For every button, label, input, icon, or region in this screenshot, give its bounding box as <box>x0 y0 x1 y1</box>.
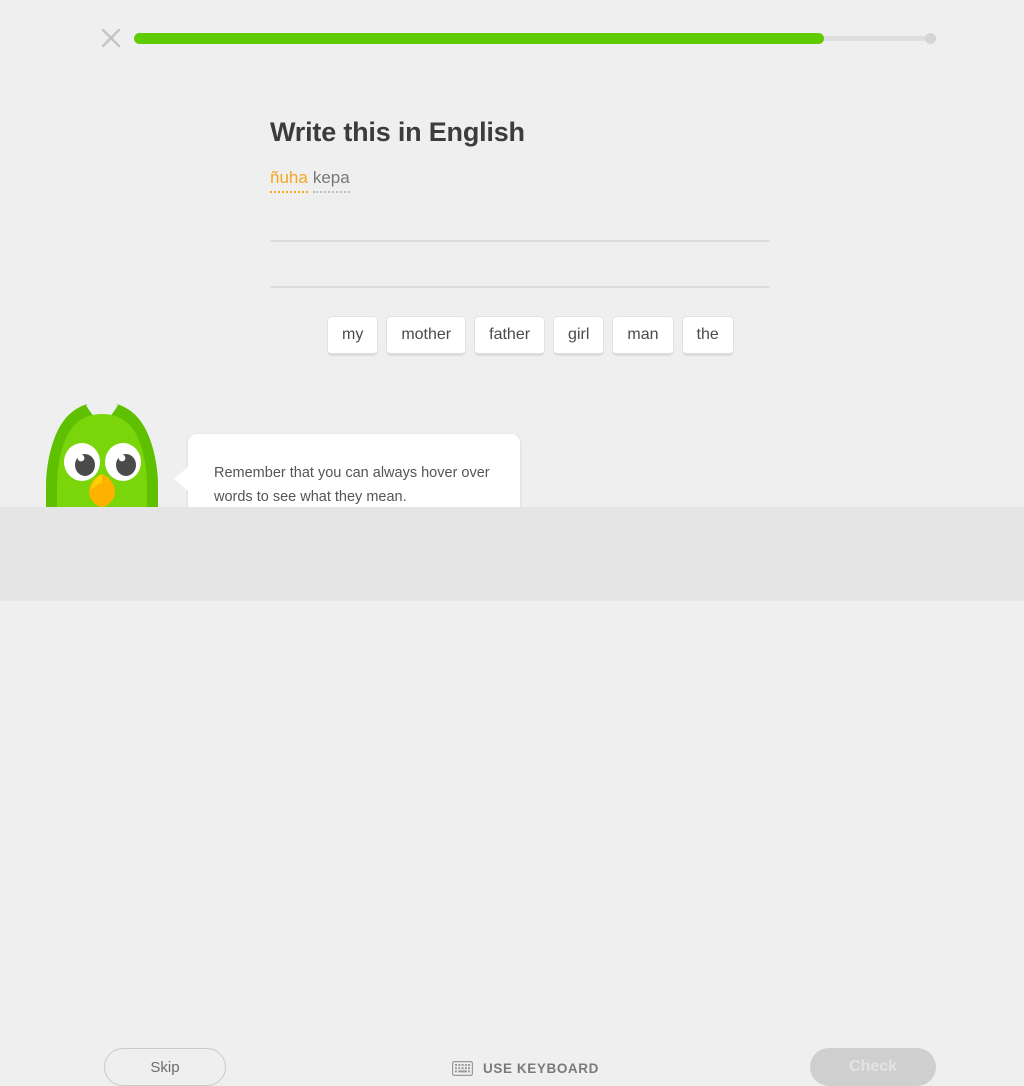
use-keyboard-toggle[interactable]: USE KEYBOARD <box>452 1057 599 1079</box>
keyboard-icon <box>452 1060 473 1076</box>
word-tile[interactable]: my <box>327 316 379 356</box>
prompt-word[interactable]: ñuha <box>270 168 308 193</box>
footer-bar: Skip USE KEYBOARD Check <box>0 507 1024 1086</box>
use-keyboard-label: USE KEYBOARD <box>483 1060 599 1076</box>
tooltip-text: Remember that you can always hover over … <box>214 465 490 505</box>
check-button[interactable]: Check <box>810 1048 936 1086</box>
word-bank: my mother father girl man the <box>327 316 734 356</box>
word-tile[interactable]: man <box>612 316 674 356</box>
exercise-content: Write this in English ñuha kepa my mother f… <box>0 0 1024 526</box>
skip-button[interactable]: Skip <box>104 1048 226 1086</box>
duo-owl-mascot <box>40 400 164 507</box>
prompt-sentence: ñuha kepa <box>270 168 350 193</box>
word-tile[interactable]: father <box>474 316 546 356</box>
word-tile[interactable]: mother <box>386 316 467 356</box>
word-tile[interactable]: the <box>681 316 734 356</box>
word-tile[interactable]: girl <box>553 316 605 356</box>
tooltip-tail <box>174 466 189 492</box>
prompt-word[interactable]: kepa <box>312 168 350 193</box>
page-title: Write this in English <box>270 117 525 147</box>
answer-line-1[interactable] <box>270 240 770 242</box>
answer-line-2[interactable] <box>270 286 770 288</box>
